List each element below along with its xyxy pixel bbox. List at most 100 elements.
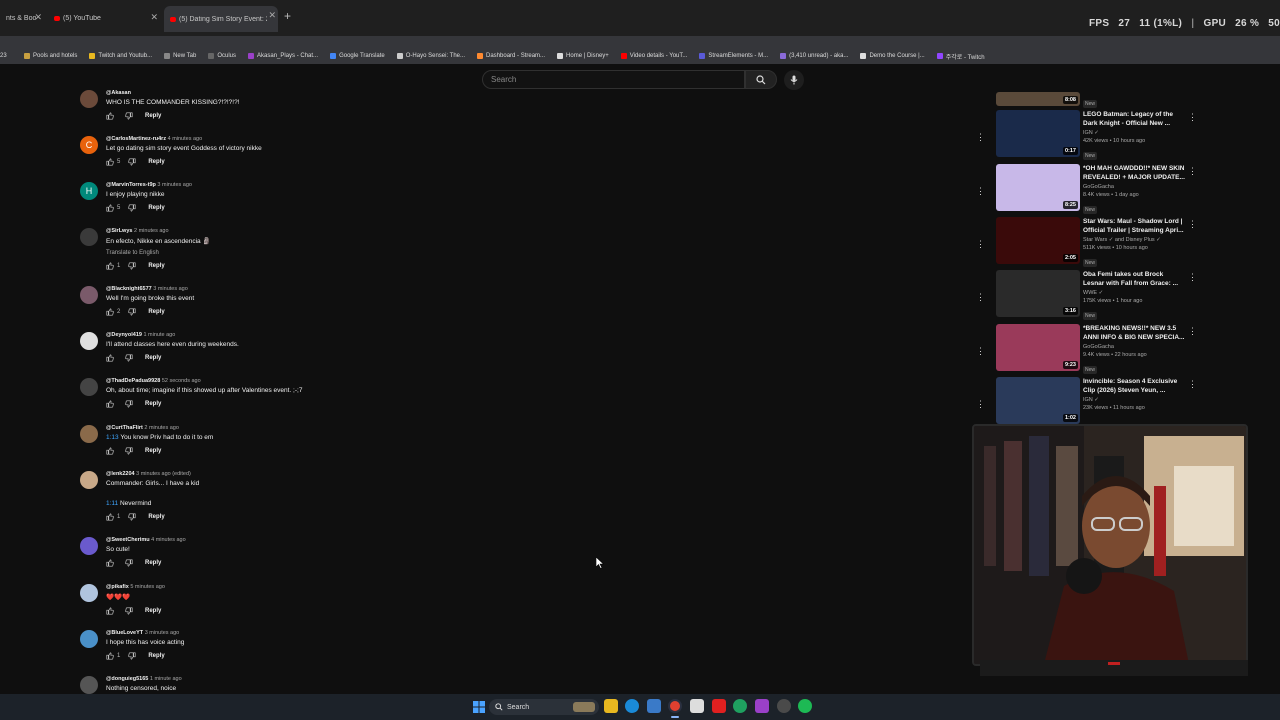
video-thumbnail[interactable]: 8:08 xyxy=(996,92,1080,106)
chrome-icon[interactable] xyxy=(668,699,682,713)
close-icon[interactable]: ✕ xyxy=(268,10,276,21)
reply-button[interactable]: Reply xyxy=(145,448,161,454)
more-options-icon[interactable]: ⋮ xyxy=(1188,112,1197,123)
reply-button[interactable]: Reply xyxy=(145,355,161,361)
video-card[interactable]: 9:23 *BREAKING NEWS!!* NEW 3.5 ANNI INFO &… xyxy=(996,324,1197,374)
bookmark-item[interactable]: Oculus xyxy=(208,53,236,59)
bookmark-item[interactable]: Pools and hotels xyxy=(24,53,77,59)
video-title-line[interactable]: Invincible: Season 4 Exclusive xyxy=(1083,377,1188,386)
bookmark-item[interactable]: (3,410 unread) - aka... xyxy=(780,53,848,59)
browser-tab[interactable]: (5) YouTube ✕ xyxy=(48,8,160,28)
comment-author[interactable]: @SirLwys xyxy=(106,228,132,234)
voice-search-button[interactable] xyxy=(784,70,804,90)
like-icon[interactable] xyxy=(106,308,114,316)
video-title-line[interactable]: *BREAKING NEWS!!* NEW 3.5 xyxy=(1083,324,1188,333)
avatar[interactable] xyxy=(80,425,98,443)
avatar[interactable] xyxy=(80,471,98,489)
like-icon[interactable] xyxy=(106,607,114,615)
video-channel[interactable]: GoGoGacha xyxy=(1083,344,1188,350)
bookmark-item[interactable]: Dashboard - Stream... xyxy=(477,53,545,59)
dislike-icon[interactable] xyxy=(125,400,133,408)
reply-button[interactable]: Reply xyxy=(145,401,161,407)
comment-time[interactable]: 4 minutes ago xyxy=(151,537,186,543)
bookmark-item[interactable]: Akasan_Plays - Chat... xyxy=(248,53,318,59)
xbox-icon[interactable] xyxy=(733,699,747,713)
like-icon[interactable] xyxy=(106,204,114,212)
more-options-icon[interactable]: ⋮ xyxy=(976,132,985,143)
comment-author[interactable]: @Blacknight6577 xyxy=(106,286,152,292)
video-title-line[interactable]: REVEALED! + MAJOR UPDATE... xyxy=(1083,173,1188,182)
comment-author[interactable]: @BlueLoveYT xyxy=(106,630,143,636)
search-button[interactable] xyxy=(745,70,777,89)
app-icon[interactable] xyxy=(755,699,769,713)
like-icon[interactable] xyxy=(106,262,114,270)
comment-author[interactable]: @MarvinTorres-t9p xyxy=(106,182,156,188)
avatar[interactable] xyxy=(80,378,98,396)
calendar-icon[interactable] xyxy=(690,699,704,713)
video-title-line[interactable]: *OH MAH GAWDDD!!* NEW SKIN xyxy=(1083,164,1188,173)
more-options-icon[interactable]: ⋮ xyxy=(1188,219,1197,230)
more-options-icon[interactable]: ⋮ xyxy=(976,186,985,197)
video-card[interactable]: 3:16 Oba Femi takes out Brock Lesnar with … xyxy=(996,270,1197,320)
edge-icon[interactable] xyxy=(625,699,639,713)
like-icon[interactable] xyxy=(106,447,114,455)
comment-time[interactable]: 2 minutes ago xyxy=(134,228,169,234)
timestamp-link[interactable]: 1:13 xyxy=(106,434,119,441)
dislike-icon[interactable] xyxy=(128,262,136,270)
app-icon[interactable] xyxy=(647,699,661,713)
reply-button[interactable]: Reply xyxy=(148,653,164,659)
translate-link[interactable]: Translate to English xyxy=(106,250,386,256)
avatar[interactable] xyxy=(80,228,98,246)
reply-button[interactable]: Reply xyxy=(145,608,161,614)
video-card[interactable]: 1:02 Invincible: Season 4 Exclusive Clip (… xyxy=(996,377,1197,425)
bookmark-item[interactable]: Twitch and Youtub... xyxy=(89,53,152,59)
dislike-icon[interactable] xyxy=(125,354,133,362)
avatar[interactable] xyxy=(80,584,98,602)
comment-author[interactable]: @lenk2204 xyxy=(106,471,135,477)
comment-time[interactable]: 1 minute ago xyxy=(143,332,175,338)
comment-author[interactable]: @Akasan xyxy=(106,90,131,96)
close-icon[interactable]: ✕ xyxy=(150,12,158,23)
like-icon[interactable] xyxy=(106,559,114,567)
more-options-icon[interactable]: ⋮ xyxy=(1188,166,1197,177)
browser-tab[interactable]: nts & Boo ✕ xyxy=(0,8,44,28)
bookmark-item[interactable]: O-Hayo Sensei: The... xyxy=(396,53,465,59)
comment-author[interactable]: @SweetCherimu xyxy=(106,537,150,543)
like-icon[interactable] xyxy=(106,400,114,408)
avatar[interactable] xyxy=(80,630,98,648)
comment-time[interactable]: 3 minutes ago xyxy=(157,182,192,188)
video-thumbnail[interactable]: 2:05 xyxy=(996,217,1080,264)
avatar[interactable] xyxy=(80,286,98,304)
reply-button[interactable]: Reply xyxy=(148,263,164,269)
video-title-line[interactable]: Oba Femi takes out Brock xyxy=(1083,270,1188,279)
comment-author[interactable]: @ThadDePadua9928 xyxy=(106,378,160,384)
video-title-line[interactable]: Dark Knight - Official New ... xyxy=(1083,119,1188,128)
like-icon[interactable] xyxy=(106,158,114,166)
video-channel[interactable]: GoGoGacha xyxy=(1083,184,1188,190)
new-tab-button[interactable]: + xyxy=(284,9,291,23)
browser-tab-active[interactable]: (5) Dating Sim Story Event: 2X ✕ xyxy=(164,6,278,32)
video-thumbnail[interactable]: 1:02 xyxy=(996,377,1080,424)
comment-time[interactable]: 4 minutes ago xyxy=(168,136,203,142)
comment-author[interactable]: @CarlosMartinez-ru4rz xyxy=(106,136,166,142)
search-input[interactable]: Search xyxy=(482,70,745,89)
comment-author[interactable]: @CurtThaFlirt xyxy=(106,425,143,431)
comment-time[interactable]: 3 minutes ago xyxy=(145,630,180,636)
dislike-icon[interactable] xyxy=(125,559,133,567)
comment-time[interactable]: 3 minutes ago xyxy=(153,286,188,292)
dislike-icon[interactable] xyxy=(125,447,133,455)
reply-button[interactable]: Reply xyxy=(145,560,161,566)
video-title-line[interactable]: LEGO Batman: Legacy of the xyxy=(1083,110,1188,119)
video-card[interactable]: 8:25 *OH MAH GAWDDD!!* NEW SKIN REVEALED! … xyxy=(996,164,1197,214)
spotify-icon[interactable] xyxy=(798,699,812,713)
avatar[interactable]: H xyxy=(80,182,98,200)
bookmark-item[interactable]: New Tab xyxy=(164,53,196,59)
bookmark-item[interactable]: StreamElements - M... xyxy=(699,53,768,59)
avatar[interactable] xyxy=(80,90,98,108)
video-channel[interactable]: IGN ✓ xyxy=(1083,397,1188,403)
comment-time[interactable]: 3 minutes ago (edited) xyxy=(136,471,191,477)
dislike-icon[interactable] xyxy=(128,513,136,521)
bookmark-item[interactable]: Google Translate xyxy=(330,53,385,59)
youtube-icon[interactable] xyxy=(712,699,726,713)
video-title-line[interactable]: Star Wars: Maul - Shadow Lord | xyxy=(1083,217,1188,226)
